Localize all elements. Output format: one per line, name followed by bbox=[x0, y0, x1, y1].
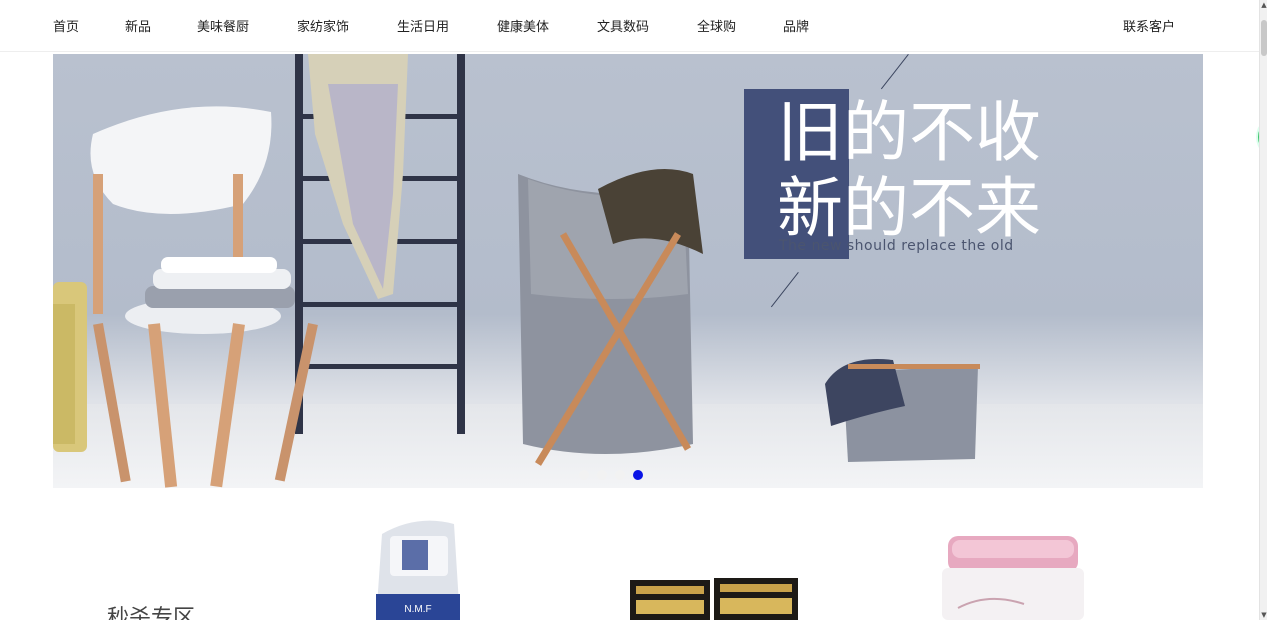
scrollbar-thumb[interactable] bbox=[1261, 20, 1267, 56]
scroll-up-arrow-icon[interactable]: ▲ bbox=[1260, 0, 1267, 10]
top-navigation: 首页 新品 美味餐厨 家纺家饰 生活日用 健康美体 文具数码 全球购 品牌 联系… bbox=[0, 0, 1260, 52]
carousel-dot-2[interactable] bbox=[597, 470, 607, 480]
carousel-dot-4-active[interactable] bbox=[633, 470, 643, 480]
product-image-facial-mask[interactable]: N.M.F bbox=[372, 514, 464, 620]
nav-item-daily-use[interactable]: 生活日用 bbox=[397, 16, 449, 35]
nav-item-health-beauty[interactable]: 健康美体 bbox=[497, 16, 549, 35]
scroll-down-arrow-icon[interactable]: ▼ bbox=[1260, 610, 1267, 620]
page-scrollbar[interactable]: ▲ ▼ bbox=[1259, 0, 1267, 620]
section-title-flash-sale: 秒杀专区 bbox=[107, 606, 196, 620]
product-image-cleansing-balm[interactable] bbox=[938, 532, 1088, 620]
banner-title-line-1: 旧的不收 bbox=[777, 94, 1041, 171]
product-image-eye-mask-box[interactable] bbox=[630, 574, 800, 620]
nav-item-home-textile[interactable]: 家纺家饰 bbox=[297, 16, 349, 35]
carousel-dot-1[interactable] bbox=[579, 470, 589, 480]
nav-item-home[interactable]: 首页 bbox=[53, 16, 79, 35]
banner-subtitle: The new should replace the old bbox=[779, 238, 1014, 254]
nav-item-new[interactable]: 新品 bbox=[125, 16, 151, 35]
mask-brand-text: N.M.F bbox=[404, 604, 431, 615]
nav-item-global[interactable]: 全球购 bbox=[697, 16, 736, 35]
nav-item-stationery-digital[interactable]: 文具数码 bbox=[597, 16, 649, 35]
nav-item-brand[interactable]: 品牌 bbox=[783, 16, 809, 35]
hero-banner[interactable]: 旧的不收 新的不来 The new should replace the old bbox=[53, 54, 1203, 488]
nav-item-kitchen[interactable]: 美味餐厨 bbox=[197, 16, 249, 35]
contact-customer-link[interactable]: 联系客户 bbox=[1123, 16, 1175, 35]
carousel-dot-3[interactable] bbox=[615, 470, 625, 480]
banner-title-line-2: 新的不来 bbox=[777, 170, 1041, 247]
